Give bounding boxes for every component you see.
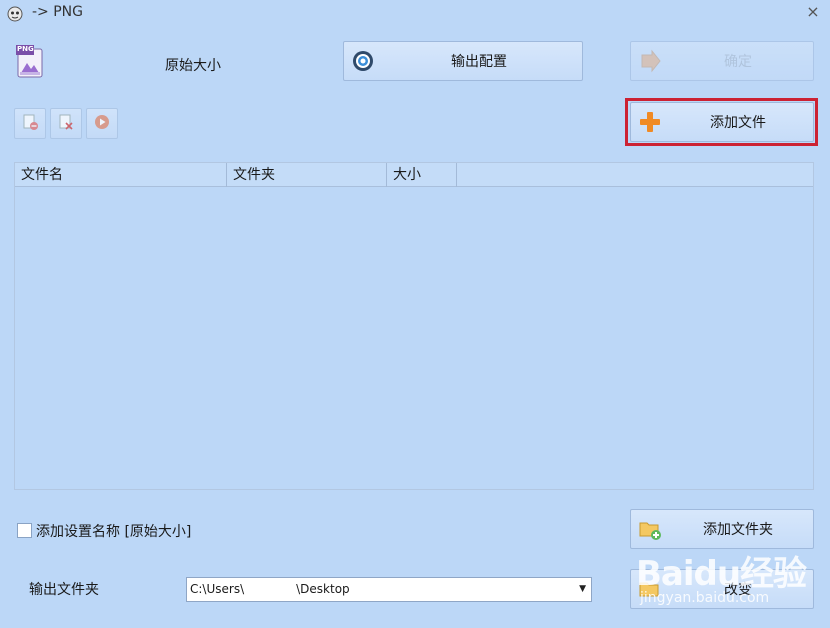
output-config-button[interactable]: 输出配置 [343, 41, 583, 81]
output-folder-label: 输出文件夹 [29, 582, 99, 598]
table-header: 文件名 文件夹 大小 [15, 163, 813, 187]
play-icon [93, 113, 111, 135]
add-file-label: 添加文件 [710, 115, 766, 131]
column-header-size[interactable]: 大小 [387, 163, 457, 187]
add-setting-name-checkbox[interactable] [17, 523, 32, 538]
column-header-folder[interactable]: 文件夹 [227, 163, 387, 187]
arrow-right-icon [637, 48, 663, 74]
remove-file-button[interactable] [14, 108, 46, 139]
chevron-down-icon[interactable]: ▼ [579, 578, 586, 601]
close-icon[interactable]: × [804, 3, 822, 21]
clear-list-button[interactable] [50, 108, 82, 139]
play-button[interactable] [86, 108, 118, 139]
change-folder-label: 改变 [724, 582, 752, 598]
plus-icon [637, 109, 663, 135]
gear-icon [350, 48, 376, 74]
output-folder-select[interactable]: C:\Users\ \Desktop ▼ [186, 577, 592, 602]
confirm-label: 确定 [724, 54, 752, 70]
png-badge-text: PNG [17, 45, 34, 53]
output-path-suffix: \Desktop [296, 582, 350, 596]
add-file-button[interactable]: 添加文件 [630, 102, 814, 142]
remove-file-icon [21, 113, 39, 135]
add-folder-label: 添加文件夹 [703, 522, 773, 538]
folder-icon [637, 576, 663, 602]
profile-label: 原始大小 [165, 58, 221, 74]
output-path-prefix: C:\Users\ [190, 582, 245, 596]
folder-add-icon [637, 516, 663, 542]
file-list-table[interactable]: 文件名 文件夹 大小 [14, 162, 814, 490]
png-format-icon: PNG [16, 45, 44, 79]
window-title: -> PNG [32, 4, 83, 20]
change-folder-button[interactable]: 改变 [630, 569, 814, 609]
column-header-filename[interactable]: 文件名 [15, 163, 227, 187]
confirm-button[interactable]: 确定 [630, 41, 814, 81]
add-folder-button[interactable]: 添加文件夹 [630, 509, 814, 549]
add-setting-name-label: 添加设置名称 [原始大小] [36, 524, 192, 540]
clear-list-icon [57, 113, 75, 135]
output-config-label: 输出配置 [451, 54, 507, 70]
app-icon [6, 4, 24, 22]
